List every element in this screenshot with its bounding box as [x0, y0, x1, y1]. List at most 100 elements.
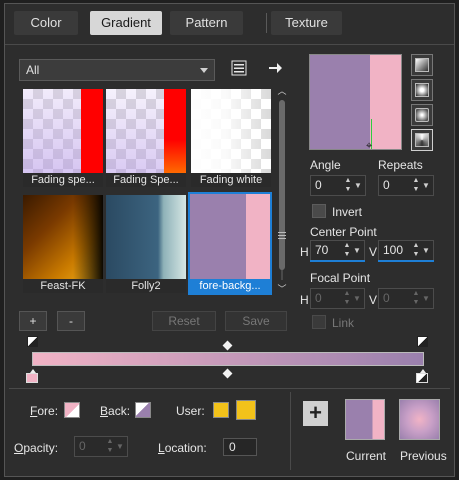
add-swatch-button[interactable]: +: [303, 401, 328, 426]
previous-swatch[interactable]: [399, 399, 440, 440]
color-stop-start[interactable]: [26, 369, 39, 383]
gradient-thumb-caption: Fading white: [191, 173, 271, 187]
tab-divider: [5, 44, 454, 45]
vertical-divider: [290, 392, 291, 470]
chevron-down-icon[interactable]: ▼: [421, 289, 431, 308]
tab-gradient[interactable]: Gradient: [90, 11, 162, 35]
stepper-arrows-icon[interactable]: ▲ ▼: [411, 289, 421, 308]
chevron-up-icon[interactable]: ︿: [277, 86, 287, 96]
gradient-thumb-4[interactable]: Feast-FK: [23, 195, 103, 293]
gradient-thumb-caption: Folly2: [106, 279, 186, 293]
grip-icon: [278, 232, 286, 242]
location-label: Location:: [158, 441, 207, 455]
gradient-thumb-image: [23, 195, 103, 279]
tab-color[interactable]: Color: [14, 11, 78, 35]
gradient-bar[interactable]: [32, 352, 424, 366]
chevron-down-icon: [200, 68, 208, 73]
opacity-label: Opacity:: [14, 441, 59, 455]
angle-stepper[interactable]: 0 ▲ ▼ ▼: [310, 175, 366, 196]
gradient-thumb-caption: Fading Spe...: [106, 173, 186, 187]
focal-h-label: H: [300, 293, 309, 307]
add-gradient-button[interactable]: +: [19, 311, 47, 331]
gradient-thumb-3[interactable]: Fading white: [191, 89, 271, 187]
invert-label: Invert: [332, 205, 363, 219]
category-dropdown[interactable]: All: [19, 59, 215, 81]
previous-label: Previous: [400, 449, 447, 463]
back-marker-top-icon[interactable]: [417, 336, 428, 347]
chevron-down-icon[interactable]: ▼: [353, 176, 363, 195]
gradient-thumb-5[interactable]: Folly2: [106, 195, 186, 293]
center-h-label: H: [300, 245, 309, 259]
tab-texture[interactable]: Texture: [271, 11, 342, 35]
user-label: User:: [176, 404, 205, 418]
tab-pattern[interactable]: Pattern: [170, 11, 243, 35]
sunburst-style-button[interactable]: [411, 104, 433, 126]
focal-h-stepper[interactable]: 0 ▲ ▼ ▼: [310, 288, 365, 309]
gradient-thumb-2[interactable]: Fading Spe...: [106, 89, 186, 187]
gradient-thumb-caption: Fading spe...: [23, 173, 103, 187]
stepper-arrows-icon[interactable]: ▲ ▼: [343, 176, 353, 195]
back-swatch[interactable]: [135, 402, 151, 418]
link-checkbox[interactable]: [312, 315, 326, 329]
save-button[interactable]: Save: [225, 311, 287, 331]
location-input[interactable]: 0: [223, 438, 257, 456]
focal-v-label: V: [369, 293, 378, 307]
gradient-thumb-caption: Feast-FK: [23, 279, 103, 293]
radial-style-button[interactable]: [411, 129, 433, 151]
stepper-arrows-icon[interactable]: ▲ ▼: [105, 437, 115, 456]
gradient-thumb-caption: fore-backg...: [190, 279, 270, 293]
linear-style-button[interactable]: [411, 54, 433, 76]
user-swatch-small[interactable]: [213, 402, 229, 418]
rectangular-style-button[interactable]: [411, 79, 433, 101]
angle-label: Angle: [310, 158, 341, 172]
stepper-arrows-icon[interactable]: ▲ ▼: [342, 241, 352, 260]
current-swatch[interactable]: [345, 399, 385, 440]
stepper-arrows-icon[interactable]: ▲ ▼: [411, 241, 421, 260]
reset-button[interactable]: Reset: [152, 311, 216, 331]
gradient-thumb-image: [23, 89, 103, 173]
stepper-arrows-icon[interactable]: ▲ ▼: [411, 176, 421, 195]
user-swatch[interactable]: [236, 400, 256, 420]
fore-swatch[interactable]: [64, 402, 80, 418]
repeats-label: Repeats: [378, 158, 423, 172]
invert-checkbox[interactable]: [312, 204, 326, 218]
chevron-down-icon[interactable]: ▼: [421, 241, 431, 260]
gradient-thumb-image: [191, 89, 271, 173]
current-label: Current: [346, 449, 387, 463]
fore-label: Fore:: [30, 404, 59, 418]
chevron-down-icon[interactable]: ▼: [115, 437, 125, 456]
center-v-label: V: [369, 245, 378, 259]
center-point-label: Center Point: [310, 225, 377, 239]
center-v-stepper[interactable]: 100 ▲ ▼ ▼: [378, 240, 434, 261]
gradient-thumb-image: [106, 89, 186, 173]
fore-marker-top-icon[interactable]: [27, 336, 38, 347]
tab-separator: [266, 13, 267, 33]
center-v-accent: [378, 260, 434, 262]
repeats-stepper[interactable]: 0 ▲ ▼ ▼: [378, 175, 434, 196]
arrow-right-icon[interactable]: [265, 58, 285, 78]
chevron-down-icon[interactable]: ▼: [352, 289, 362, 308]
focal-point-label: Focal Point: [310, 271, 371, 285]
color-stop-end[interactable]: [416, 369, 429, 383]
crosshair-icon: ⌖: [366, 140, 373, 152]
back-label: Back:: [100, 404, 131, 418]
scrollbar-thumb[interactable]: [279, 100, 285, 270]
gradient-thumb-6[interactable]: fore-backg...: [188, 192, 272, 295]
center-h-accent: [310, 260, 365, 262]
chevron-down-icon[interactable]: ▼: [352, 241, 362, 260]
opacity-stepper[interactable]: 0 ▲ ▼ ▼: [74, 436, 128, 457]
chevron-down-icon[interactable]: ﹀: [277, 284, 287, 294]
stepper-arrows-icon[interactable]: ▲ ▼: [342, 289, 352, 308]
center-h-stepper[interactable]: 70 ▲ ▼ ▼: [310, 240, 365, 261]
remove-gradient-button[interactable]: -: [57, 311, 85, 331]
gradient-thumb-image: [190, 194, 270, 279]
gradient-preview[interactable]: ⌖: [309, 54, 402, 152]
gradient-thumb-1[interactable]: Fading spe...: [23, 89, 103, 187]
menu-list-icon[interactable]: [229, 58, 249, 78]
link-label: Link: [332, 316, 355, 330]
thumbnail-scrollbar[interactable]: ︿ ﹀: [277, 86, 287, 296]
gradient-thumb-image: [106, 195, 186, 279]
section-divider: [9, 388, 450, 389]
focal-v-stepper[interactable]: 0 ▲ ▼ ▼: [378, 288, 434, 309]
chevron-down-icon[interactable]: ▼: [421, 176, 431, 195]
